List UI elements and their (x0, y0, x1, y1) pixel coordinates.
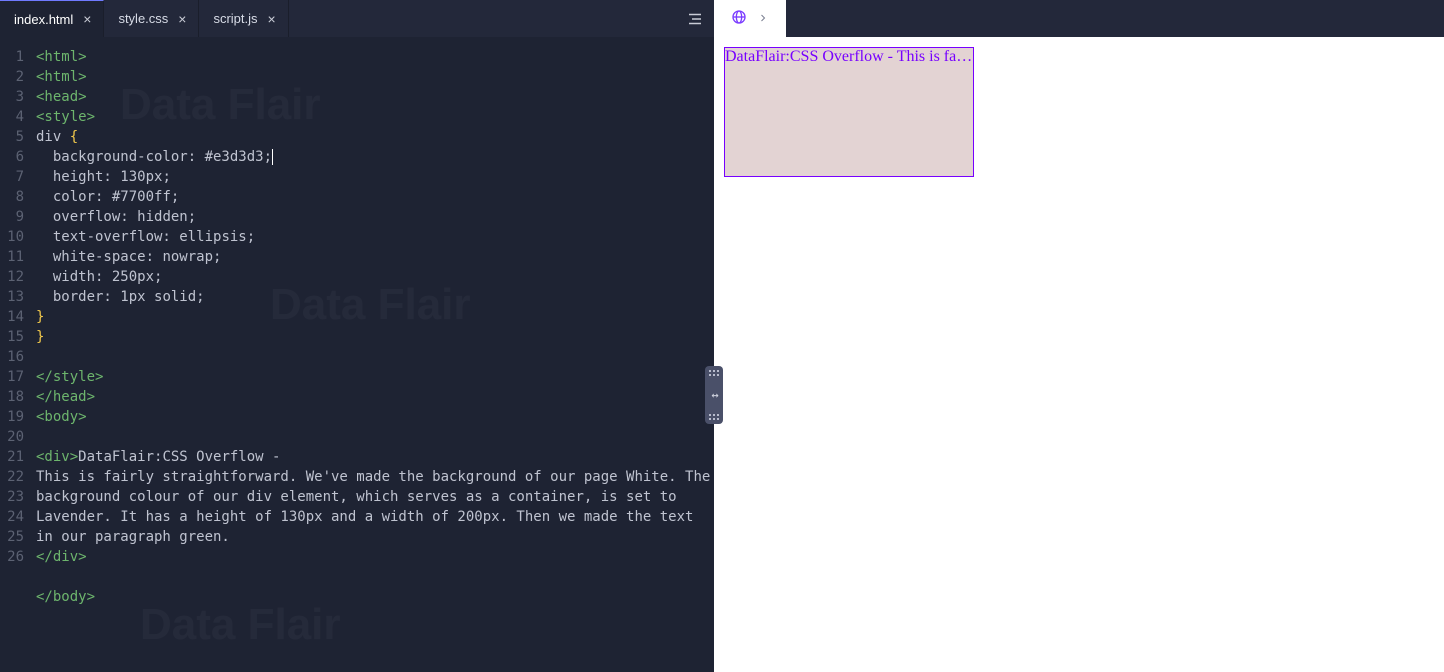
line-number: 20 (0, 427, 24, 447)
preview-pane: DataFlair:CSS Overflow - This is fairly … (714, 0, 1444, 672)
globe-icon (731, 9, 747, 29)
line-number: 6 (0, 147, 24, 167)
code-line[interactable] (36, 607, 714, 627)
tab-label: index.html (14, 12, 73, 27)
preview-tab-bar (714, 0, 1444, 37)
line-number: 7 (0, 167, 24, 187)
line-number: 13 (0, 287, 24, 307)
line-number: 22 (0, 467, 24, 487)
code-content[interactable]: <html><html><head><style>div { backgroun… (30, 47, 714, 672)
code-editor[interactable]: 1234567891011121314151617181920212223242… (0, 37, 714, 672)
line-number: 4 (0, 107, 24, 127)
line-number: 3 (0, 87, 24, 107)
code-line[interactable] (36, 427, 714, 447)
code-line[interactable]: <style> (36, 107, 714, 127)
tab-index-html[interactable]: index.html × (0, 0, 104, 37)
code-line[interactable]: <html> (36, 47, 714, 67)
code-line[interactable] (36, 567, 714, 587)
line-number: 25 (0, 527, 24, 547)
code-line[interactable]: <body> (36, 407, 714, 427)
line-number: 14 (0, 307, 24, 327)
line-number: 9 (0, 207, 24, 227)
chevron-right-icon (757, 9, 769, 28)
code-line[interactable]: overflow: hidden; (36, 207, 714, 227)
preview-body: DataFlair:CSS Overflow - This is fairly … (714, 37, 1444, 672)
line-number: 2 (0, 67, 24, 87)
code-line[interactable]: div { (36, 127, 714, 147)
line-gutter: 1234567891011121314151617181920212223242… (0, 47, 30, 672)
code-line[interactable]: height: 130px; (36, 167, 714, 187)
line-number: 16 (0, 347, 24, 367)
line-number: 8 (0, 187, 24, 207)
code-line[interactable]: color: #7700ff; (36, 187, 714, 207)
line-number: 19 (0, 407, 24, 427)
code-line[interactable]: </body> (36, 587, 714, 607)
line-number: 18 (0, 387, 24, 407)
preview-tab[interactable] (714, 0, 786, 37)
tab-bar: index.html × style.css × script.js × (0, 0, 714, 37)
line-number: 24 (0, 507, 24, 527)
tab-style-css[interactable]: style.css × (104, 0, 199, 37)
line-number: 21 (0, 447, 24, 467)
line-number: 1 (0, 47, 24, 67)
code-line[interactable]: <html> (36, 67, 714, 87)
align-icon[interactable] (686, 10, 704, 28)
close-icon[interactable]: × (176, 10, 188, 28)
code-line[interactable]: text-overflow: ellipsis; (36, 227, 714, 247)
line-number: 12 (0, 267, 24, 287)
line-number: 26 (0, 547, 24, 567)
code-line[interactable]: </head> (36, 387, 714, 407)
line-number: 11 (0, 247, 24, 267)
code-line[interactable]: white-space: nowrap; (36, 247, 714, 267)
code-line[interactable]: </style> (36, 367, 714, 387)
code-line[interactable]: border: 1px solid; (36, 287, 714, 307)
tab-script-js[interactable]: script.js × (199, 0, 288, 37)
code-line[interactable]: <head> (36, 87, 714, 107)
code-line[interactable]: </div> (36, 547, 714, 567)
code-line[interactable]: background-color: #e3d3d3; (36, 147, 714, 167)
tab-label: style.css (118, 11, 168, 26)
line-number: 23 (0, 487, 24, 507)
code-line[interactable]: } (36, 307, 714, 327)
line-number: 5 (0, 127, 24, 147)
line-number: 17 (0, 367, 24, 387)
code-line[interactable] (36, 347, 714, 367)
close-icon[interactable]: × (81, 10, 93, 28)
code-line[interactable]: This is fairly straightforward. We've ma… (36, 467, 714, 547)
resize-horizontal-icon: ↔ (711, 388, 716, 402)
pane-splitter[interactable]: ↔ (705, 366, 723, 424)
close-icon[interactable]: × (266, 10, 278, 28)
editor-pane: index.html×style.css×script.js× 12345678… (0, 0, 714, 672)
code-line[interactable]: width: 250px; (36, 267, 714, 287)
tab-label: script.js (213, 11, 257, 26)
code-line[interactable]: <div>DataFlair:CSS Overflow - (36, 447, 714, 467)
code-line[interactable]: } (36, 327, 714, 347)
line-number: 10 (0, 227, 24, 247)
rendered-div: DataFlair:CSS Overflow - This is fairly … (724, 47, 974, 177)
line-number: 15 (0, 327, 24, 347)
